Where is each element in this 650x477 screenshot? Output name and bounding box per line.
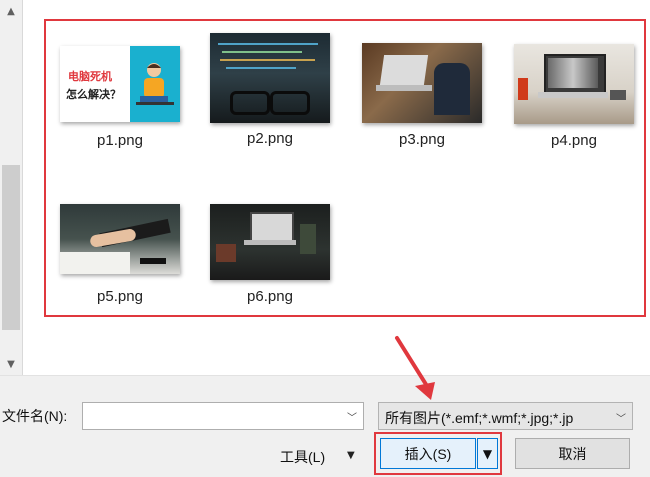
- files-highlight-box: [44, 19, 646, 317]
- tools-dropdown-icon[interactable]: ▼: [347, 450, 355, 461]
- tools-menu-button[interactable]: 工具(L): [280, 447, 325, 467]
- insert-options-icon[interactable]: ▼: [477, 438, 498, 469]
- chevron-down-icon[interactable]: ﹀: [613, 410, 626, 425]
- red-arrow-icon: [395, 336, 435, 400]
- file-type-select[interactable]: 所有图片(*.emf;*.wmf;*.jpg;*.jp ﹀: [378, 402, 633, 430]
- file-type-value: 所有图片(*.emf;*.wmf;*.jpg;*.jp: [385, 410, 574, 426]
- filename-label: 文件名(N):: [2, 408, 68, 424]
- filename-input[interactable]: ﹀: [82, 402, 364, 430]
- insert-button[interactable]: 插入(S): [380, 438, 476, 469]
- chevron-down-icon[interactable]: ﹀: [347, 409, 357, 424]
- cancel-button[interactable]: 取消: [515, 438, 630, 469]
